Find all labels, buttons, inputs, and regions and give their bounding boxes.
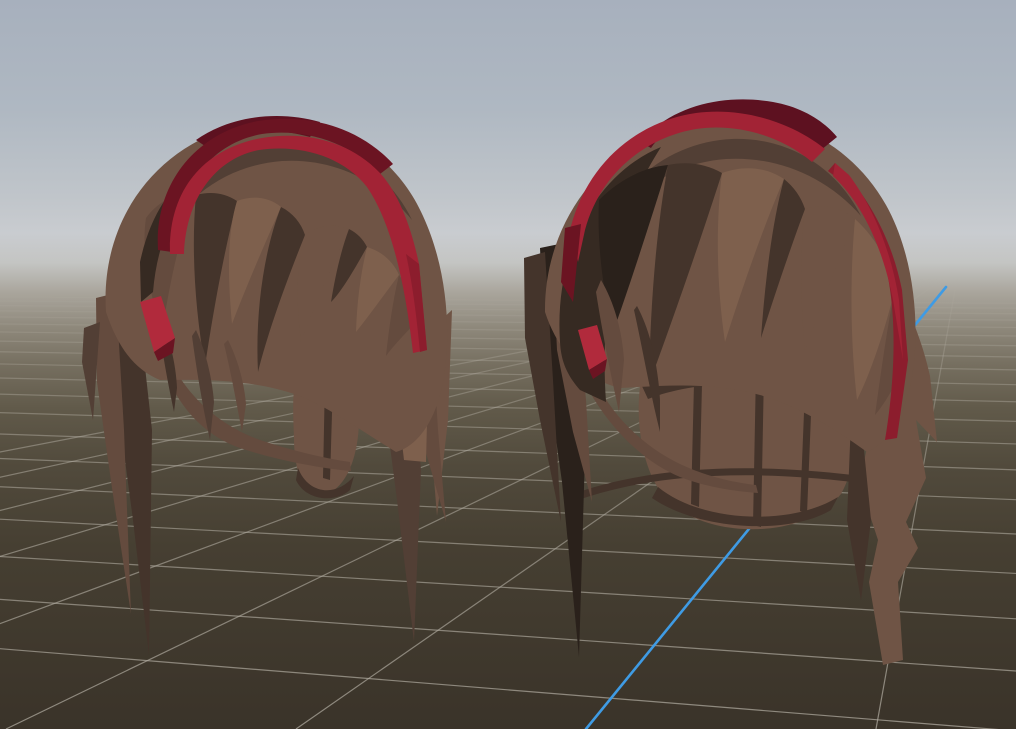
viewport-3d[interactable]	[0, 0, 1016, 729]
scene-canvas[interactable]	[0, 0, 1016, 729]
